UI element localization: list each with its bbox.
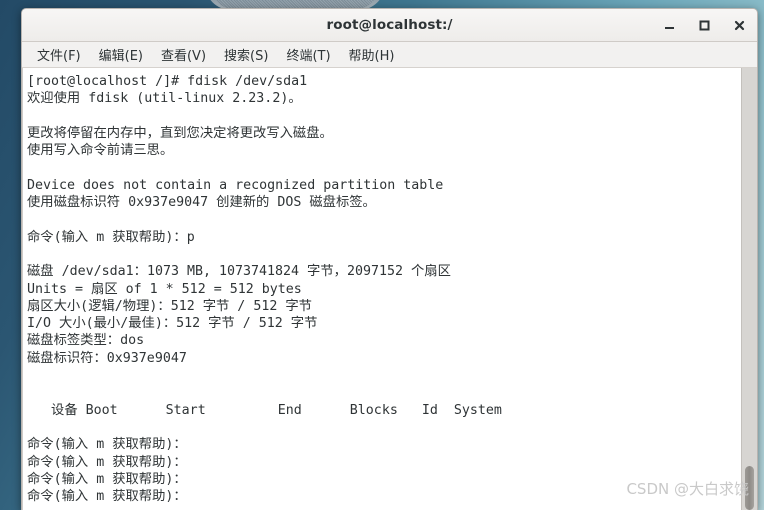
terminal-body: [root@localhost /]# fdisk /dev/sda1 欢迎使用 … — [22, 68, 757, 510]
maximize-button[interactable] — [696, 17, 713, 34]
terminal-line: Units = 扇区 of 1 * 512 = 512 bytes — [27, 281, 302, 297]
terminal-line: Device does not contain a recognized par… — [27, 177, 444, 193]
terminal-line: 磁盘 /dev/sda1：1073 MB, 1073741824 字节，2097… — [27, 264, 451, 280]
menu-item-help[interactable]: 帮助(H) — [340, 43, 404, 66]
scrollbar-thumb[interactable] — [745, 466, 754, 510]
terminal-line: 命令(输入 m 获取帮助)： — [27, 437, 187, 453]
terminal-line: 磁盘标识符：0x937e9047 — [27, 350, 187, 366]
terminal-line: 使用写入命令前请三思。 — [27, 143, 174, 159]
terminal-line: 命令(输入 m 获取帮助)：p — [27, 229, 195, 245]
terminal-line: 磁盘标签类型：dos — [27, 333, 145, 349]
terminal-scrollbar[interactable] — [741, 68, 757, 510]
terminal-output[interactable]: [root@localhost /]# fdisk /dev/sda1 欢迎使用 … — [23, 68, 741, 510]
terminal-line: [root@localhost /]# fdisk /dev/sda1 — [27, 74, 308, 89]
terminal-line: 更改将停留在内存中，直到您决定将更改写入磁盘。 — [27, 125, 333, 141]
terminal-line: 命令(输入 m 获取帮助)： — [27, 471, 187, 487]
close-button[interactable] — [731, 17, 748, 34]
minimize-button[interactable] — [661, 17, 678, 34]
menubar: 文件(F) 编辑(E) 查看(V) 搜索(S) 终端(T) 帮助(H) — [22, 42, 757, 68]
window-controls — [661, 9, 748, 41]
window-titlebar[interactable]: root@localhost:/ — [22, 9, 757, 42]
terminal-line: I/O 大小(最小/最佳)：512 字节 / 512 字节 — [27, 316, 318, 332]
menu-item-view[interactable]: 查看(V) — [152, 43, 215, 66]
terminal-line: 命令(输入 m 获取帮助)： — [27, 454, 187, 470]
window-title: root@localhost:/ — [326, 17, 453, 33]
menu-item-edit[interactable]: 编辑(E) — [90, 43, 152, 66]
terminal-line: 使用磁盘标识符 0x937e9047 创建新的 DOS 磁盘标签。 — [27, 195, 376, 211]
terminal-line: 欢迎使用 fdisk (util-linux 2.23.2)。 — [27, 91, 302, 107]
terminal-window: root@localhost:/ 文件(F) 编辑(E) 查看(V) 搜索(S)… — [21, 8, 758, 510]
menu-item-search[interactable]: 搜索(S) — [215, 43, 277, 66]
terminal-line: 扇区大小(逻辑/物理)：512 字节 / 512 字节 — [27, 298, 312, 314]
menu-item-file[interactable]: 文件(F) — [28, 43, 90, 66]
menu-item-terminal[interactable]: 终端(T) — [277, 43, 339, 66]
terminal-line: 设备 Boot Start End Blocks Id System — [27, 402, 502, 418]
terminal-line: 命令(输入 m 获取帮助)： — [27, 489, 187, 505]
